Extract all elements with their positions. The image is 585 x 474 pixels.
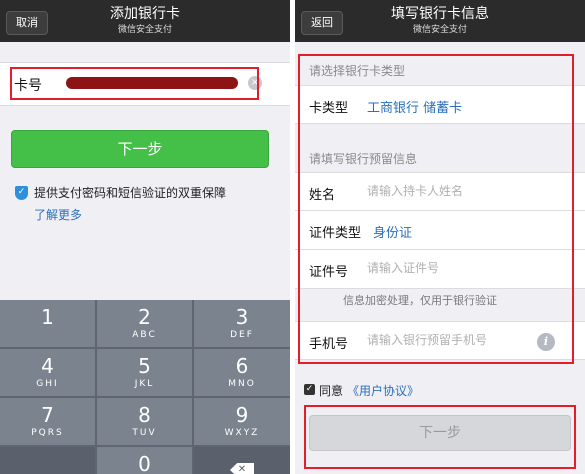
page-subtitle: 微信安全支付 [117, 25, 172, 35]
agree-label: 同意 [319, 384, 344, 398]
backspace-icon: ✕ [230, 463, 254, 474]
highlight-box-next-button [304, 405, 576, 469]
cancel-button[interactable]: 取消 [6, 11, 48, 35]
back-button[interactable]: 返回 [301, 11, 343, 35]
key-7[interactable]: 7 PQRS [0, 398, 95, 445]
key-8[interactable]: 8 TUV [97, 398, 192, 445]
page-subtitle: 微信安全支付 [412, 25, 467, 35]
navigation-bar: 取消 添加银行卡 微信安全支付 [0, 0, 290, 42]
key-2[interactable]: 2 ABC [97, 300, 192, 347]
highlight-box-form [298, 54, 574, 364]
page-title: 添加银行卡 [110, 6, 180, 22]
key-blank [0, 447, 95, 474]
delete-key[interactable]: ✕ [194, 447, 290, 474]
navigation-bar: 返回 填写银行卡信息 微信安全支付 [295, 0, 585, 42]
key-9[interactable]: 9 WXYZ [194, 398, 290, 445]
key-3[interactable]: 3 DEF [194, 300, 290, 347]
shield-icon: ✓ [15, 186, 28, 200]
learn-more-link[interactable]: 了解更多 [34, 206, 82, 224]
next-button[interactable]: 下一步 [11, 130, 269, 168]
page-title: 填写银行卡信息 [391, 6, 489, 22]
agree-checkbox[interactable]: ✓ [304, 384, 315, 395]
highlight-box-card-number [10, 67, 259, 100]
security-note: 提供支付密码和短信验证的双重保障 [34, 186, 227, 200]
key-4[interactable]: 4 GHI [0, 349, 95, 396]
user-agreement-link[interactable]: 《用户协议》 [347, 382, 419, 399]
key-5[interactable]: 5 JKL [97, 349, 192, 396]
key-0[interactable]: 0 [97, 447, 192, 474]
key-6[interactable]: 6 MNO [194, 349, 290, 396]
key-1[interactable]: 1 [0, 300, 95, 347]
numeric-keypad: 1 2 ABC 3 DEF 4 GHI 5 JKL 6 MNO 7 PQRS 8 TUV 9W… [0, 300, 290, 474]
